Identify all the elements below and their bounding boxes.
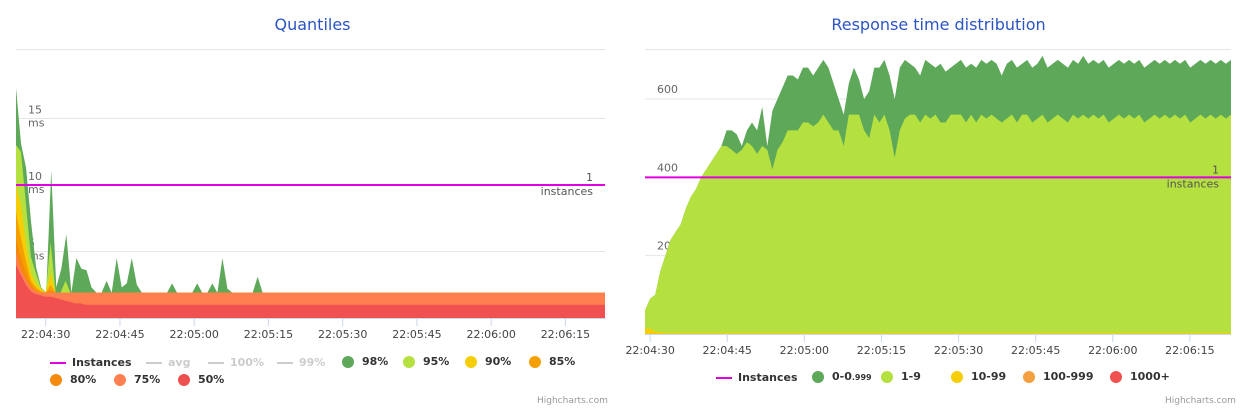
legend-label: 10-99: [971, 370, 1007, 383]
y-tick-label: 15: [28, 104, 42, 117]
response-time-plot-area: 2004006001instances22:04:30 22:04:45 22:05…: [626, 55, 1231, 357]
legend-label: 100%: [230, 356, 264, 369]
quantiles-chart-panel: Quantiles 5ms10ms15ms1instances22:04:302…: [0, 0, 625, 413]
legend-label: 98%: [362, 355, 389, 368]
x-tick-label: 22:05:00: [169, 328, 218, 341]
legend-dot-symbol: [465, 355, 477, 368]
x-tick-label: 22:06:15: [1165, 344, 1214, 357]
legend-item-90[interactable]: 90%: [465, 355, 511, 368]
legend-item-instances[interactable]: Instances: [716, 371, 798, 384]
x-tick-label: 22:05:45: [1011, 344, 1060, 357]
legend-label: 50%: [198, 373, 225, 386]
legend-item-99[interactable]: 99%: [277, 356, 325, 369]
x-tick-label: 22:05:30: [934, 344, 983, 357]
y-tick-label: 400: [657, 161, 678, 174]
legend-item-10-99[interactable]: 10-99: [951, 370, 1006, 383]
y-tick-unit: ms: [28, 117, 45, 130]
legend-label: 100-999: [1043, 370, 1094, 383]
legend-item-avg[interactable]: avg: [146, 356, 190, 369]
quantiles-plot-area: 5ms10ms15ms1instances22:04:3022:04:4522:…: [16, 87, 605, 341]
instances-unit-label: instances: [1167, 177, 1220, 190]
legend-dot-symbol: [1023, 370, 1035, 383]
credits-link[interactable]: Highcharts.com: [1165, 396, 1236, 406]
x-tick-label: 22:05:00: [780, 344, 829, 357]
y-tick-label: 10: [28, 170, 42, 183]
x-tick-label: 22:06:15: [541, 328, 590, 341]
legend-item-98[interactable]: 98%: [342, 355, 388, 368]
legend-item-0-0-999[interactable]: 0-0.999: [812, 370, 872, 383]
legend-item-85[interactable]: 85%: [529, 355, 575, 368]
x-tick-label: 22:05:15: [857, 344, 906, 357]
x-tick-label: 22:05:30: [318, 328, 367, 341]
legend-item-instances[interactable]: Instances: [50, 356, 132, 369]
legend-label: Instances: [738, 371, 798, 384]
legend-line-symbol: [716, 376, 732, 379]
x-tick-label: 22:04:45: [703, 344, 752, 357]
legend-dot-symbol: [342, 355, 354, 368]
legend-item-95[interactable]: 95%: [403, 355, 449, 368]
legend-line-symbol: [208, 361, 224, 364]
legend-dot-symbol: [951, 370, 963, 383]
legend-label: 1-9: [901, 370, 921, 383]
x-tick-label: 22:06:00: [1088, 344, 1137, 357]
legend-label: 90%: [485, 355, 512, 368]
area-series-98: [16, 87, 605, 318]
legend-item-100[interactable]: 100%: [208, 356, 264, 369]
x-tick-label: 22:06:00: [466, 328, 515, 341]
legend-item-100-999[interactable]: 100-999: [1023, 370, 1094, 383]
credits-link[interactable]: Highcharts.com: [537, 396, 608, 406]
x-tick-label: 22:05:45: [392, 328, 441, 341]
legend-item-50[interactable]: 50%: [178, 373, 224, 386]
instances-count-label: 1: [586, 171, 593, 184]
legend-label: 0-0.999: [832, 370, 872, 383]
legend-item-75[interactable]: 75%: [114, 373, 160, 386]
legend-dot-symbol: [50, 373, 62, 386]
legend-label: 80%: [70, 373, 97, 386]
x-tick-label: 22:04:30: [626, 344, 675, 357]
legend-dot-symbol: [1110, 370, 1122, 383]
legend-dot-symbol: [881, 370, 893, 383]
legend-label: avg: [168, 356, 191, 369]
y-tick-label: 600: [657, 83, 678, 96]
x-tick-label: 22:04:45: [95, 328, 144, 341]
legend-dot-symbol: [178, 373, 190, 386]
legend-item-80[interactable]: 80%: [50, 373, 96, 386]
legend-line-symbol: [277, 361, 293, 364]
legend-label: Instances: [72, 356, 132, 369]
legend-label: 95%: [423, 355, 450, 368]
legend-dot-symbol: [403, 355, 415, 368]
instances-count-label: 1: [1212, 163, 1219, 176]
legend-label: 1000+: [1130, 370, 1170, 383]
legend-line-symbol: [50, 361, 66, 364]
legend-item-1-9[interactable]: 1-9: [881, 370, 921, 383]
x-tick-label: 22:05:15: [244, 328, 293, 341]
legend-item-1000[interactable]: 1000+: [1110, 370, 1170, 383]
legend-line-symbol: [146, 361, 162, 364]
response-time-chart-panel: Response time distribution 200 400 600 1 ins…: [626, 0, 1251, 413]
legend-dot-symbol: [812, 370, 824, 383]
legend-label: 99%: [299, 356, 326, 369]
instances-unit-label: instances: [541, 185, 594, 198]
x-tick-label: 22:04:30: [21, 328, 70, 341]
legend-label-decimal: .999: [851, 373, 872, 382]
legend-dot-symbol: [114, 373, 126, 386]
legend-label: 75%: [134, 373, 161, 386]
legend-label: 85%: [549, 355, 576, 368]
legend-dot-symbol: [529, 355, 541, 368]
